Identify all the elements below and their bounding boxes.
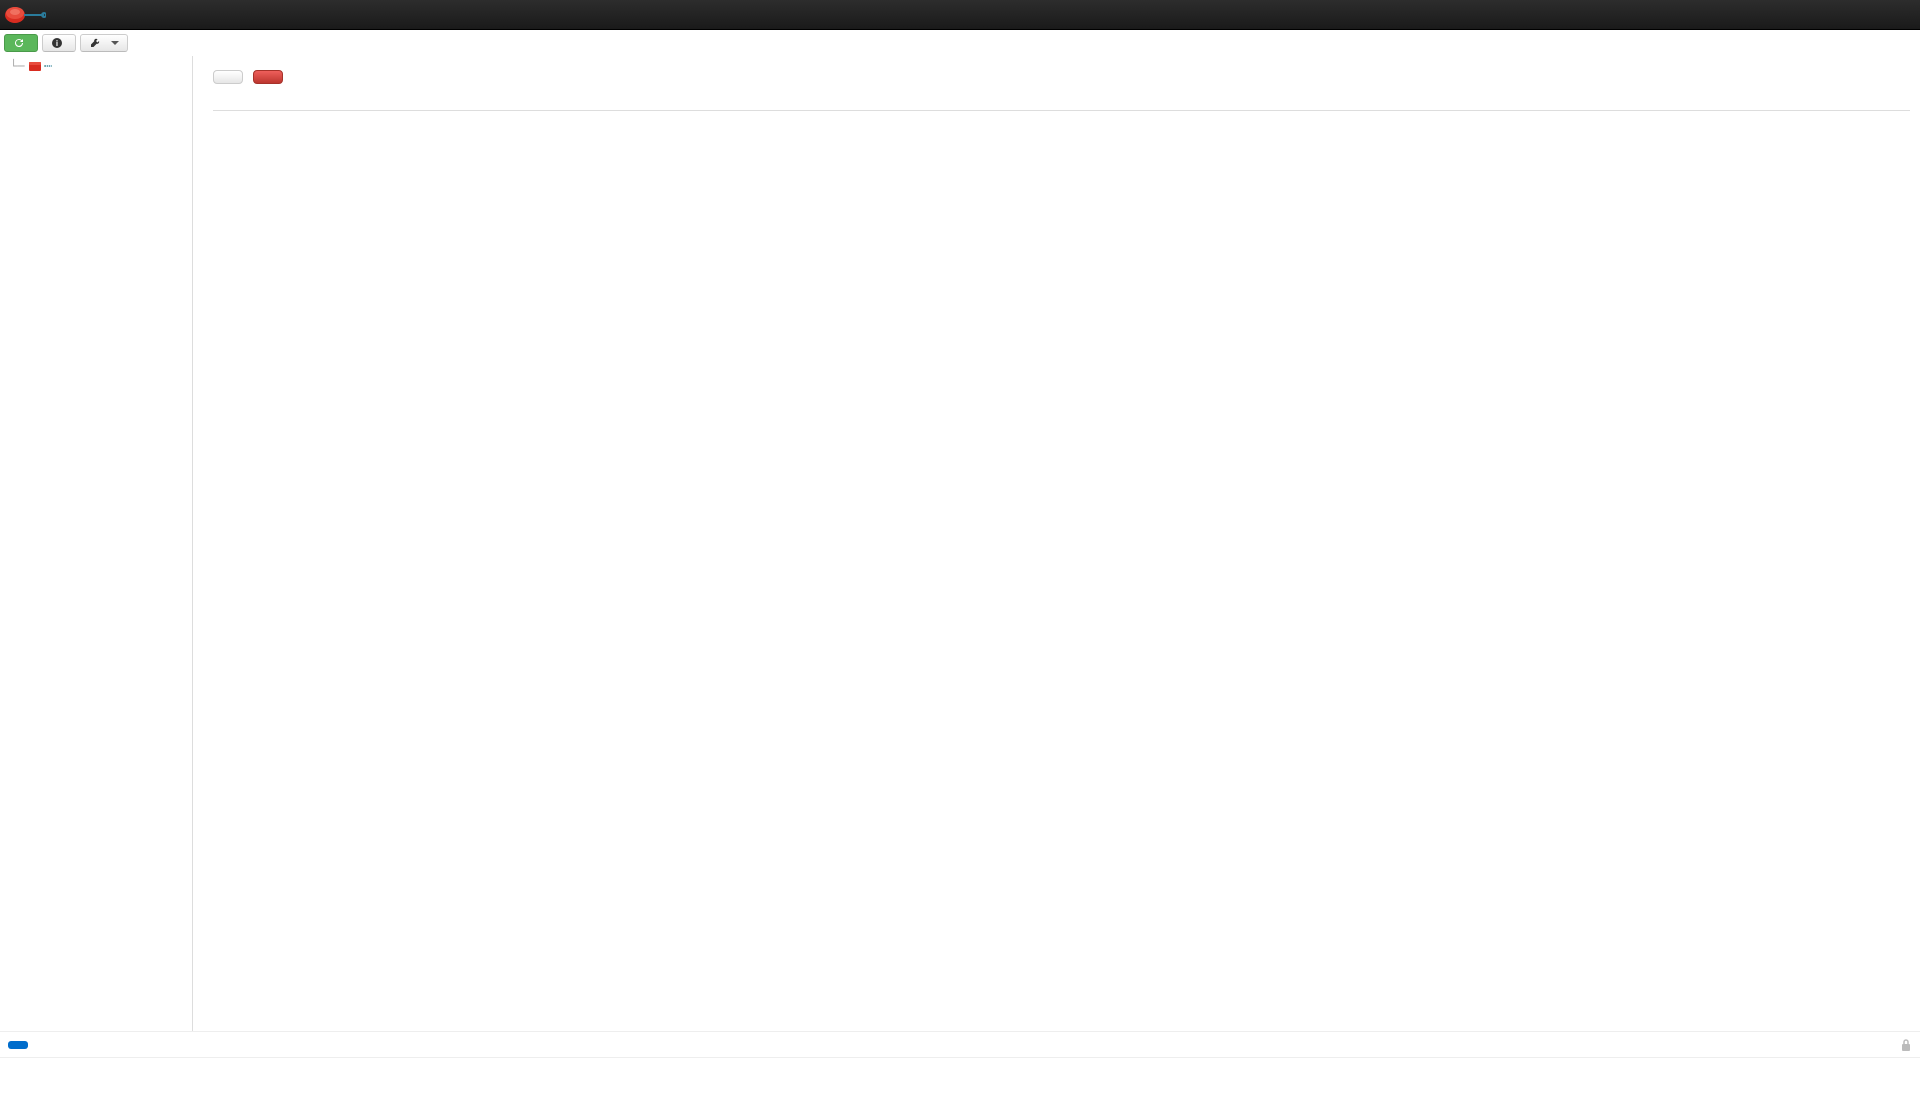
col-header-value <box>1062 94 1911 111</box>
content-action-bar <box>213 70 1910 84</box>
col-header-name <box>213 94 1062 111</box>
disconnect-button[interactable] <box>253 70 283 84</box>
content-pane <box>193 56 1920 1031</box>
more-button[interactable] <box>80 34 128 52</box>
info-icon: i <box>51 37 63 49</box>
refresh-icon <box>13 37 25 49</box>
svg-text:i: i <box>56 39 58 48</box>
app-header <box>0 0 1920 30</box>
main-layout: └─ <box>0 56 1920 1031</box>
tree-node-connection[interactable]: └─ <box>8 58 192 74</box>
refresh-button[interactable] <box>4 34 38 52</box>
connection-badge[interactable] <box>8 1041 28 1049</box>
tree-connector-icon: └─ <box>10 59 26 73</box>
add-new-key-button[interactable] <box>213 70 243 84</box>
tree-node-label <box>44 65 52 67</box>
redis-logo-icon <box>4 3 46 27</box>
commands-button[interactable]: i <box>42 34 76 52</box>
wrench-icon <box>89 37 101 49</box>
terminal[interactable] <box>0 1057 1920 1070</box>
lock-icon <box>1900 1038 1912 1052</box>
key-tree: └─ <box>0 58 192 74</box>
sidebar: └─ <box>0 56 193 1031</box>
server-info-table <box>213 94 1910 111</box>
database-icon <box>28 59 42 73</box>
footer-bar <box>0 1031 1920 1057</box>
chevron-down-icon <box>111 41 119 45</box>
toolbar: i <box>0 30 1920 56</box>
